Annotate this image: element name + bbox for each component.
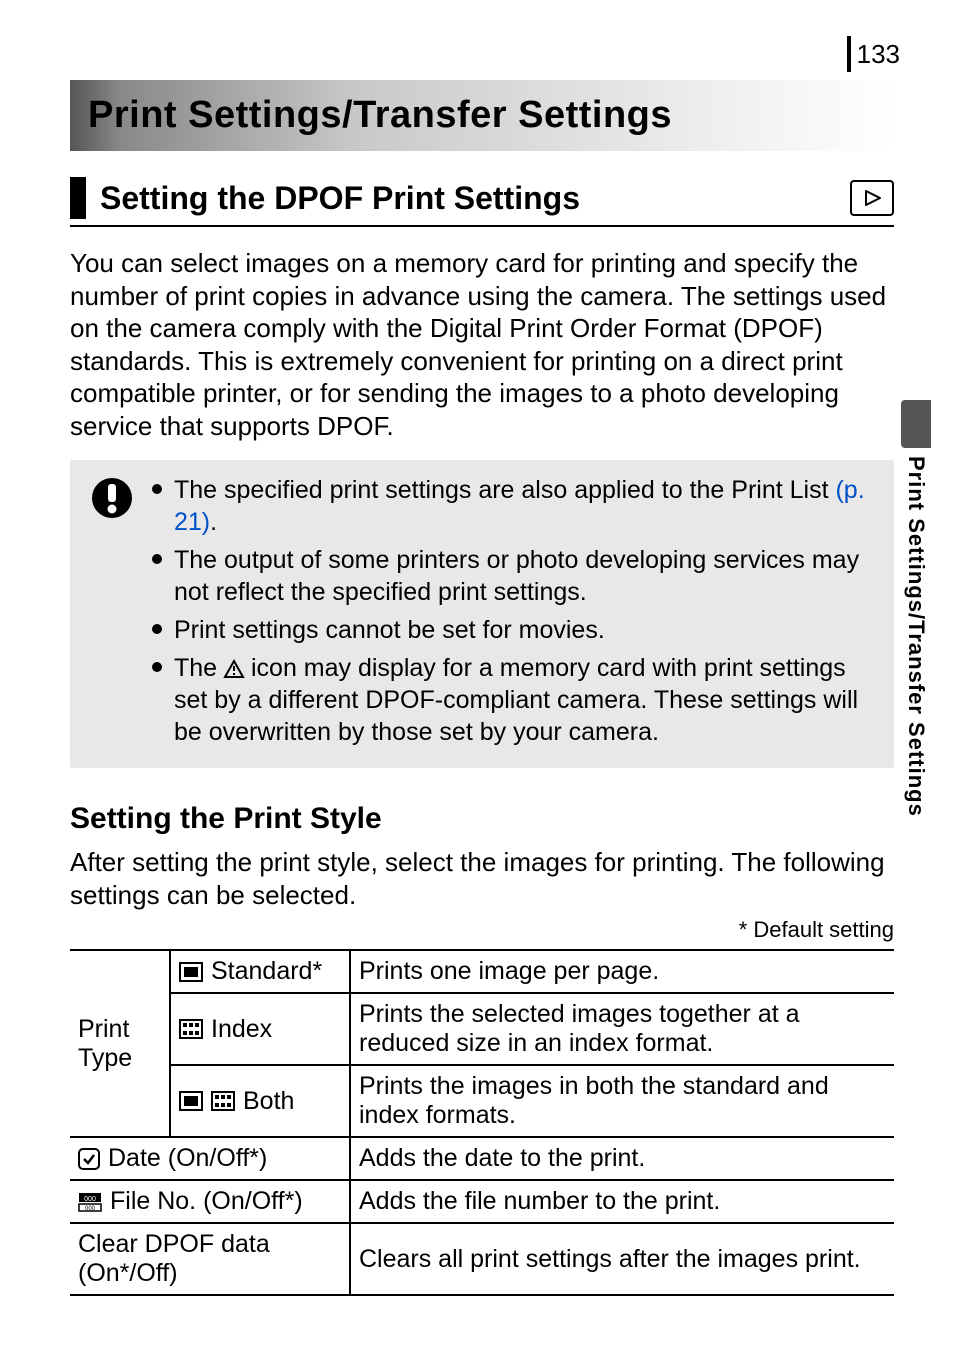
callout-item: The icon may display for a memory card w…: [152, 652, 878, 748]
option-cell: Index: [170, 993, 350, 1065]
callout-list: The specified print settings are also ap…: [152, 474, 878, 754]
option-label: File No. (On/Off*): [110, 1187, 303, 1216]
intro-paragraph: You can select images on a memory card f…: [70, 247, 894, 442]
section-title: Setting the DPOF Print Settings: [100, 180, 840, 217]
option-description: Adds the date to the print.: [350, 1137, 894, 1180]
side-tab: Print Settings/Transfer Settings: [898, 400, 934, 820]
table-row: 000 000 File No. (On/Off*) Adds the file …: [70, 1180, 894, 1223]
print-style-table: Print Type Standard* Prints one image pe…: [70, 949, 894, 1296]
table-row: Both Prints the images in both the stand…: [70, 1065, 894, 1137]
option-cell: Standard*: [170, 950, 350, 993]
table-row: Clear DPOF data (On*/Off) Clears all pri…: [70, 1223, 894, 1295]
table-row: Date (On/Off*) Adds the date to the prin…: [70, 1137, 894, 1180]
callout-item: Print settings cannot be set for movies.: [152, 614, 878, 646]
caution-triangle-icon: [224, 660, 244, 678]
warning-callout: The specified print settings are also ap…: [70, 460, 894, 768]
option-label: Date (On/Off*): [108, 1144, 267, 1173]
table-row: Print Type Standard* Prints one image pe…: [70, 950, 894, 993]
svg-text:000: 000: [85, 1206, 96, 1212]
section-accent-bar: [70, 177, 86, 219]
chapter-title: Print Settings/Transfer Settings: [70, 80, 894, 151]
default-setting-note: * Default setting: [70, 917, 894, 943]
date-icon: [78, 1148, 100, 1170]
callout-text-suffix: .: [210, 508, 217, 536]
side-tab-label: Print Settings/Transfer Settings: [903, 456, 929, 817]
option-description: Prints the images in both the standard a…: [350, 1065, 894, 1137]
file-number-icon: 000 000: [78, 1192, 102, 1212]
option-description: Adds the file number to the print.: [350, 1180, 894, 1223]
option-description: Clears all print settings after the imag…: [350, 1223, 894, 1295]
option-description: Prints one image per page.: [350, 950, 894, 993]
option-label: Index: [211, 1015, 272, 1044]
sub-heading: Setting the Print Style: [70, 802, 894, 836]
playback-mode-icon: [850, 180, 894, 216]
row-group-label: Print Type: [70, 950, 170, 1137]
option-label: Standard*: [211, 957, 322, 986]
option-label: Both: [243, 1087, 294, 1116]
sub-paragraph: After setting the print style, select th…: [70, 846, 894, 911]
index-print-icon: [211, 1091, 235, 1111]
warning-icon: [86, 474, 138, 754]
callout-item: The output of some printers or photo dev…: [152, 544, 878, 608]
option-cell: Clear DPOF data (On*/Off): [70, 1223, 350, 1295]
option-cell: Both: [170, 1065, 350, 1137]
index-print-icon: [179, 1019, 203, 1039]
option-description: Prints the selected images together at a…: [350, 993, 894, 1065]
section-heading-row: Setting the DPOF Print Settings: [70, 177, 894, 227]
callout-item: The specified print settings are also ap…: [152, 474, 878, 538]
callout-text: The specified print settings are also ap…: [174, 476, 835, 504]
callout-text-suffix: icon may display for a memory card with …: [174, 654, 858, 746]
standard-print-icon: [179, 1091, 203, 1111]
side-tab-marker: [901, 400, 931, 448]
page-content: Print Settings/Transfer Settings Setting…: [0, 0, 954, 1296]
svg-text:000: 000: [84, 1196, 96, 1203]
option-cell: 000 000 File No. (On/Off*): [70, 1180, 350, 1223]
standard-print-icon: [179, 962, 203, 982]
page-number: 133: [847, 36, 900, 72]
callout-text: The: [174, 654, 224, 682]
table-row: Index Prints the selected images togethe…: [70, 993, 894, 1065]
option-cell: Date (On/Off*): [70, 1137, 350, 1180]
